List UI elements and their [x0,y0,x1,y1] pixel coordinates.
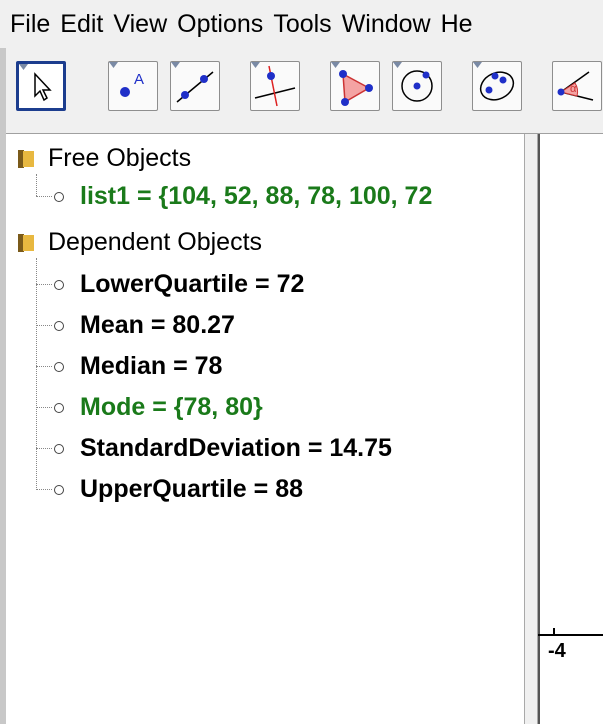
free-objects-label: Free Objects [48,144,192,172]
polygon-tool-button[interactable] [330,61,380,111]
dropdown-triangle-icon [393,62,402,68]
algebra-item-list1[interactable]: list1 = {104, 52, 88, 78, 100, 72 [80,182,432,211]
circle-icon [401,70,433,102]
object-visibility-toggle[interactable] [54,403,64,413]
view-splitter[interactable] [524,134,538,724]
folder-icon [18,234,34,252]
menu-edit[interactable]: Edit [60,10,103,39]
cursor-arrow-icon [34,72,52,102]
x-axis [538,634,603,636]
object-visibility-toggle[interactable] [54,444,64,454]
object-visibility-toggle[interactable] [54,321,64,331]
algebra-item-standard-deviation[interactable]: StandardDeviation = 14.75 [80,434,392,463]
line-icon [176,71,214,103]
algebra-item-mode[interactable]: Mode = {78, 80} [80,393,263,422]
ellipse-icon [479,71,515,101]
object-visibility-toggle[interactable] [54,280,64,290]
algebra-view: Free Objects list1 = {104, 52, 88, 78, 1… [6,134,524,724]
tree-connector [36,174,37,196]
dropdown-triangle-icon [473,62,482,68]
move-tool-button[interactable] [16,61,66,111]
menu-window[interactable]: Window [342,10,431,39]
conic-tool-button[interactable] [472,61,522,111]
algebra-item-median[interactable]: Median = 78 [80,352,222,381]
dropdown-triangle-icon [109,62,118,68]
dropdown-triangle-icon [251,62,260,68]
toolbar: A α [0,48,603,134]
algebra-item-mean[interactable]: Mean = 80.27 [80,311,235,340]
angle-tool-label: α [570,83,577,95]
perpendicular-line-tool-button[interactable] [250,61,300,111]
menu-tools[interactable]: Tools [273,10,331,39]
dropdown-triangle-icon [331,62,340,68]
algebra-item-upper-quartile[interactable]: UpperQuartile = 88 [80,475,303,504]
circle-tool-button[interactable] [392,61,442,111]
x-axis-tick-label: -4 [548,640,566,662]
dropdown-triangle-icon [19,64,28,70]
point-icon: A [120,71,144,97]
angle-tool-button[interactable]: α [552,61,602,111]
menu-help[interactable]: He [441,10,473,39]
x-axis-tick [553,628,555,636]
menu-options[interactable]: Options [177,10,263,39]
dropdown-triangle-icon [171,62,180,68]
point-tool-button[interactable]: A [108,61,158,111]
tree-connector [36,407,52,408]
point-tool-label: A [134,71,144,88]
tree-connector [36,284,52,285]
dependent-objects-label: Dependent Objects [48,228,263,256]
polygon-icon [339,70,373,106]
menu-file[interactable]: File [10,10,50,39]
algebra-item-lower-quartile[interactable]: LowerQuartile = 72 [80,270,304,299]
object-visibility-toggle[interactable] [54,192,64,202]
menu-view[interactable]: View [113,10,167,39]
tree-connector [36,325,52,326]
tree-connector [36,448,52,449]
menu-bar: File Edit View Options Tools Window He [0,0,603,48]
tree-connector [36,489,52,490]
line-tool-button[interactable] [170,61,220,111]
tree-connector [36,196,52,197]
perpendicular-line-icon [254,65,296,107]
tree-connector [36,258,37,490]
tree-connector [36,366,52,367]
object-visibility-toggle[interactable] [54,362,64,372]
object-visibility-toggle[interactable] [54,485,64,495]
folder-icon [18,150,34,168]
angle-icon: α [557,71,594,101]
graphics-view[interactable]: -4 [538,134,603,724]
